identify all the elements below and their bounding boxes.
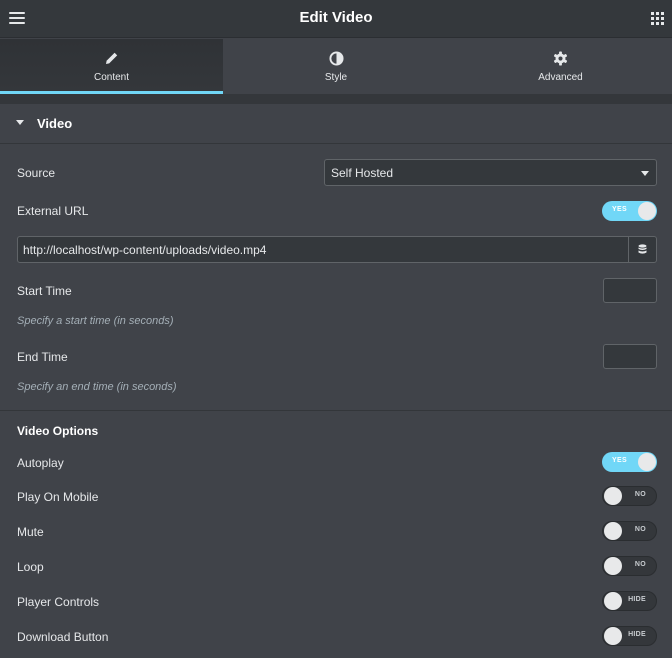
video-options-heading: Video Options [17,424,99,438]
toggle-knob [604,487,622,505]
toggle-state: YES [612,206,627,213]
mute-label: Mute [17,525,44,539]
database-icon[interactable] [628,237,656,262]
toggle-state: NO [634,526,646,533]
toggle-knob [604,557,622,575]
end-time-field [603,344,657,369]
contrast-icon [223,51,449,67]
end-time-hint: Specify an end time (in seconds) [17,381,177,393]
panel-title: Edit Video [299,9,373,26]
external-url-label: External URL [17,204,89,218]
toggle-state: NO [634,561,646,568]
section-video-toggle[interactable]: Video [0,94,672,144]
loop-label: Loop [17,560,44,574]
toggle-knob [604,522,622,540]
download-button-label: Download Button [17,630,109,644]
start-time-field [603,278,657,303]
tab-content[interactable]: Content [0,39,223,94]
download-button-toggle[interactable]: HIDE [602,626,657,646]
tab-style[interactable]: Style [223,39,449,94]
toggle-knob [604,592,622,610]
player-controls-label: Player Controls [17,595,100,609]
start-time-label: Start Time [17,284,72,298]
autoplay-toggle[interactable]: YES [602,452,657,472]
end-time-input[interactable] [604,345,656,368]
caret-down-icon [16,120,24,125]
tab-label: Style [324,72,348,83]
pencil-icon [0,51,223,67]
source-label: Source [17,166,56,180]
start-time-hint: Specify a start time (in seconds) [17,315,174,327]
toggle-state: HIDE [628,596,646,603]
play-on-mobile-label: Play On Mobile [17,490,99,504]
tab-bar: Content Style Advanced [0,39,672,94]
source-select[interactable]: Self Hosted [324,159,657,186]
gear-icon [449,51,672,67]
toggle-knob [604,627,622,645]
url-input[interactable] [18,237,628,262]
external-url-toggle[interactable]: YES [602,201,657,221]
tab-label: Advanced [538,72,583,83]
toggle-state: HIDE [628,631,646,638]
section-title: Video [37,116,73,131]
loop-toggle[interactable]: NO [602,556,657,576]
tab-advanced[interactable]: Advanced [449,39,672,94]
toggle-state: NO [634,491,646,498]
toggle-state: YES [612,457,627,464]
toggle-knob [638,202,656,220]
player-controls-toggle[interactable]: HIDE [602,591,657,611]
editor-header: Edit Video [0,0,672,38]
play-on-mobile-toggle[interactable]: NO [602,486,657,506]
mute-toggle[interactable]: NO [602,521,657,541]
divider [0,410,672,411]
autoplay-label: Autoplay [17,456,64,470]
grid-icon[interactable] [651,12,664,25]
source-value: Self Hosted [331,166,394,180]
tab-label: Content [93,72,130,83]
end-time-label: End Time [17,350,68,364]
start-time-input[interactable] [604,279,656,302]
caret-down-icon [641,171,649,176]
toggle-knob [638,453,656,471]
url-field [17,236,657,263]
